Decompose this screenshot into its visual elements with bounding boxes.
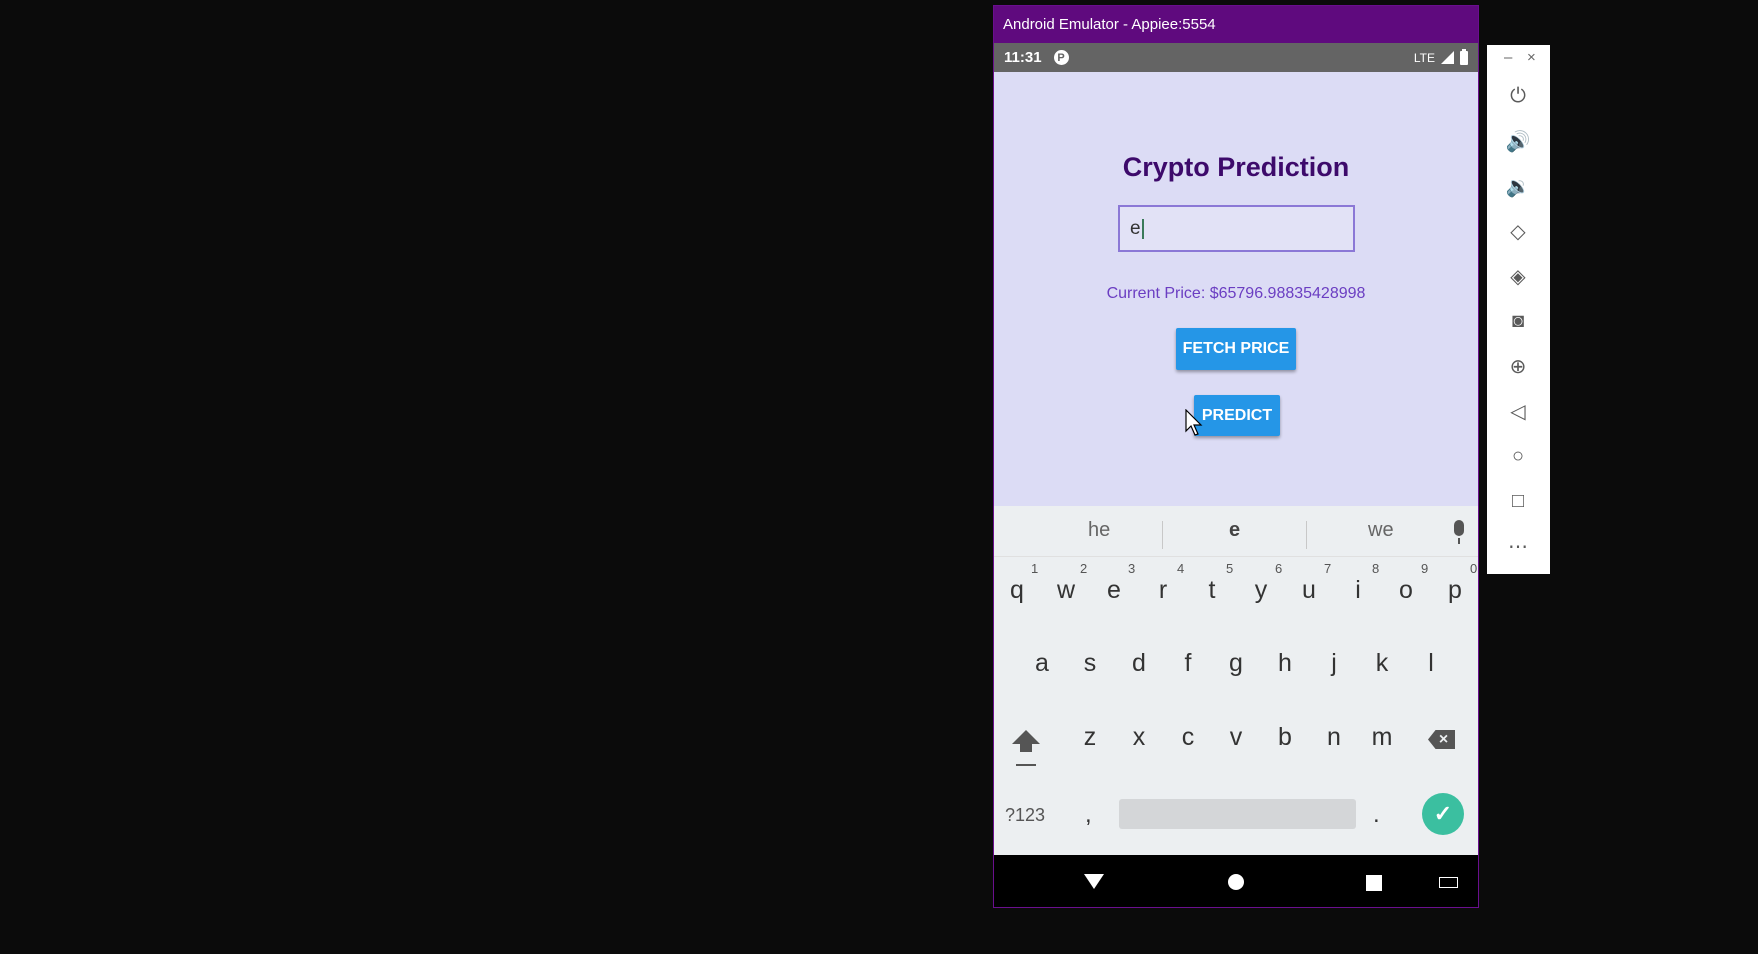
keyboard-switch-icon[interactable]: [1439, 877, 1458, 888]
key-hint-9: 9: [1421, 561, 1429, 576]
suggestion-divider: [1306, 521, 1307, 549]
key-hint-0: 0: [1470, 561, 1478, 576]
key-q[interactable]: q: [997, 576, 1037, 605]
crypto-symbol-input[interactable]: e: [1118, 205, 1355, 252]
shift-icon[interactable]: [1012, 730, 1040, 752]
key-hint-3: 3: [1128, 561, 1136, 576]
nav-back-icon[interactable]: [1084, 874, 1104, 889]
key-hint-6: 6: [1275, 561, 1283, 576]
suggestion-right[interactable]: we: [1368, 519, 1394, 542]
app-screen: Crypto Prediction e Current Price: $6579…: [994, 72, 1478, 506]
key-hint-4: 4: [1177, 561, 1185, 576]
page-title: Crypto Prediction: [1122, 152, 1350, 182]
key-f[interactable]: f: [1168, 649, 1208, 678]
key-comma[interactable]: ,: [1085, 801, 1092, 829]
rotate-left-icon[interactable]: ◇: [1504, 217, 1532, 245]
status-time: 11:31: [1004, 49, 1042, 66]
key-d[interactable]: d: [1119, 649, 1159, 678]
window-title: Android Emulator - Appiee:5554: [1003, 16, 1216, 33]
key-z[interactable]: z: [1070, 723, 1110, 752]
text-caret: [1141, 218, 1144, 239]
suggestion-left[interactable]: he: [1088, 519, 1110, 542]
microphone-icon[interactable]: [1454, 520, 1464, 544]
key-w[interactable]: w: [1046, 576, 1086, 605]
suggestion-divider: [1162, 521, 1163, 549]
battery-icon: [1460, 48, 1468, 65]
suggestion-center[interactable]: e: [1229, 519, 1240, 542]
power-icon[interactable]: ⏻: [1504, 82, 1532, 110]
key-u[interactable]: u: [1289, 576, 1329, 605]
camera-icon[interactable]: ◙: [1504, 307, 1532, 335]
key-r[interactable]: r: [1143, 576, 1183, 605]
status-bar: 11:31 P LTE: [994, 43, 1478, 72]
nav-recents-icon[interactable]: [1366, 875, 1382, 891]
nav-home-icon[interactable]: [1228, 874, 1244, 890]
key-e[interactable]: e: [1094, 576, 1134, 605]
key-m[interactable]: m: [1362, 723, 1402, 752]
volume-up-icon[interactable]: 🔊: [1504, 127, 1532, 155]
window-titlebar[interactable]: Android Emulator - Appiee:5554: [994, 6, 1478, 43]
mouse-cursor-icon: [1185, 409, 1203, 436]
emulator-side-toolbar: – × ⏻ 🔊 🔉 ◇ ◈ ◙ ⊕ ◁ ○ □ ⋯: [1487, 45, 1550, 574]
key-b[interactable]: b: [1265, 723, 1305, 752]
volume-down-icon[interactable]: 🔉: [1504, 172, 1532, 200]
key-hint-5: 5: [1226, 561, 1234, 576]
key-hint-2: 2: [1080, 561, 1088, 576]
key-v[interactable]: v: [1216, 723, 1256, 752]
key-l[interactable]: l: [1411, 649, 1451, 678]
signal-icon: [1441, 51, 1454, 64]
key-k[interactable]: k: [1362, 649, 1402, 678]
enter-check-icon[interactable]: ✓: [1422, 793, 1464, 835]
symbols-key[interactable]: ?123: [1005, 805, 1045, 826]
current-price-label: Current Price: $65796.98835428998: [1106, 285, 1366, 302]
key-h[interactable]: h: [1265, 649, 1305, 678]
zoom-icon[interactable]: ⊕: [1504, 352, 1532, 380]
key-s[interactable]: s: [1070, 649, 1110, 678]
minimize-button[interactable]: –: [1504, 49, 1512, 66]
soft-keyboard: he e we 1 q 2 w 3 e 4 r 5 t 6 y 7 u 8 i …: [994, 506, 1478, 857]
key-g[interactable]: g: [1216, 649, 1256, 678]
key-j[interactable]: j: [1314, 649, 1354, 678]
key-hint-7: 7: [1324, 561, 1332, 576]
back-icon[interactable]: ◁: [1504, 397, 1532, 425]
key-a[interactable]: a: [1022, 649, 1062, 678]
key-c[interactable]: c: [1168, 723, 1208, 752]
space-bar[interactable]: [1119, 799, 1356, 829]
fetch-price-button[interactable]: FETCH PRICE: [1176, 328, 1296, 370]
input-value: e: [1130, 217, 1141, 239]
key-n[interactable]: n: [1314, 723, 1354, 752]
suggestion-strip: he e we: [994, 506, 1478, 557]
key-i[interactable]: i: [1338, 576, 1378, 605]
key-y[interactable]: y: [1241, 576, 1281, 605]
key-period[interactable]: .: [1373, 801, 1380, 829]
key-p[interactable]: p: [1435, 576, 1475, 605]
key-t[interactable]: t: [1192, 576, 1232, 605]
key-x[interactable]: x: [1119, 723, 1159, 752]
notification-app-icon: P: [1053, 50, 1069, 65]
rotate-right-icon[interactable]: ◈: [1504, 262, 1532, 290]
home-icon[interactable]: ○: [1504, 442, 1532, 470]
status-indicators: LTE: [1413, 48, 1468, 65]
backspace-icon[interactable]: ×: [1428, 730, 1455, 749]
navigation-bar: [994, 855, 1478, 907]
overview-icon[interactable]: □: [1504, 487, 1532, 515]
close-button[interactable]: ×: [1527, 49, 1536, 66]
shift-indicator: [1016, 764, 1036, 766]
predict-button[interactable]: PREDICT: [1194, 395, 1280, 436]
more-icon[interactable]: ⋯: [1504, 532, 1532, 560]
key-hint-8: 8: [1372, 561, 1380, 576]
key-o[interactable]: o: [1386, 576, 1426, 605]
emulator-window: Android Emulator - Appiee:5554 11:31 P L…: [993, 5, 1479, 908]
key-hint-1: 1: [1031, 561, 1039, 576]
network-type: LTE: [1413, 50, 1435, 65]
